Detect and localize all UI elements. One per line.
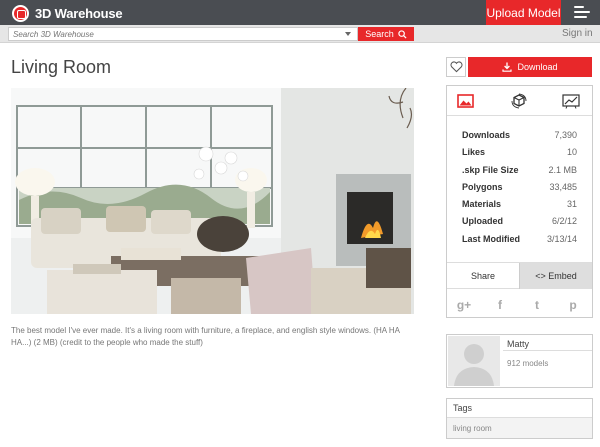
- brand-name: 3D Warehouse: [35, 5, 123, 21]
- stat-value: 2.1 MB: [548, 164, 577, 175]
- heart-icon: [449, 61, 463, 73]
- view-mode-tabs: [447, 86, 592, 116]
- page-title: Living Room: [11, 57, 112, 77]
- tab-image-view[interactable]: [455, 92, 475, 110]
- search-bar: Search Sign in: [0, 25, 600, 43]
- cube-rotate-icon: [511, 93, 527, 109]
- stat-row: Materials 31: [462, 199, 577, 216]
- divider: [503, 350, 592, 351]
- stat-label: Downloads: [462, 130, 511, 140]
- stat-label: .skp File Size: [462, 164, 519, 175]
- search-button-label: Search: [365, 29, 394, 39]
- stat-label: Uploaded: [462, 216, 504, 227]
- search-icon: [398, 29, 407, 39]
- model-preview-image[interactable]: [11, 88, 414, 314]
- stat-label: Polygons: [462, 181, 503, 192]
- stat-label: Materials: [462, 199, 502, 210]
- stat-row: Uploaded 6/2/12: [462, 216, 577, 233]
- google-plus-icon[interactable]: g+: [456, 297, 472, 313]
- top-navigation-bar: 3D Warehouse Upload Model: [0, 0, 600, 25]
- stat-row: .skp File Size 2.1 MB: [462, 165, 577, 182]
- stat-row: Downloads 7,390: [462, 130, 577, 147]
- download-label: Download: [517, 62, 558, 72]
- chart-icon: [562, 93, 580, 109]
- stat-value: 3/13/14: [546, 233, 577, 244]
- download-button[interactable]: Download: [468, 57, 592, 77]
- image-icon: [456, 94, 474, 108]
- tags-panel: Tags living room: [446, 398, 593, 439]
- pinterest-icon[interactable]: p: [565, 297, 581, 313]
- search-button[interactable]: Search: [358, 27, 414, 41]
- stat-value: 31: [566, 199, 577, 210]
- facebook-icon[interactable]: f: [492, 297, 508, 313]
- author-model-count[interactable]: 912 models: [507, 359, 548, 368]
- tab-share[interactable]: Share: [447, 263, 519, 289]
- menu-icon[interactable]: [574, 5, 590, 19]
- tab-stats-view[interactable]: [561, 92, 581, 110]
- brand-logo[interactable]: 3D Warehouse: [12, 4, 123, 22]
- author-name[interactable]: Matty: [507, 339, 529, 349]
- tag-item[interactable]: living room: [453, 424, 492, 433]
- sign-in-link[interactable]: Sign in: [562, 28, 593, 39]
- stat-value: 6/2/12: [551, 216, 577, 227]
- warehouse-logo-icon: [12, 4, 29, 22]
- share-embed-tabs: Share <> Embed: [447, 262, 592, 289]
- living-room-illustration: [11, 88, 414, 314]
- twitter-icon[interactable]: t: [529, 297, 545, 313]
- avatar[interactable]: [448, 336, 500, 386]
- model-description: The best model I've ever made. It's a li…: [11, 326, 400, 347]
- tags-title: Tags: [453, 403, 473, 413]
- search-input[interactable]: [8, 27, 358, 41]
- social-share-icons: g+ f t p: [447, 294, 592, 316]
- tab-3d-view[interactable]: [509, 92, 529, 110]
- stat-row: Last Modified 3/13/14: [462, 234, 577, 251]
- model-details-panel: Downloads 7,390 Likes 10 .skp File Size 2.1…: [446, 85, 593, 318]
- stat-row: Likes 10: [462, 147, 577, 164]
- stat-label: Last Modified: [462, 233, 520, 244]
- stat-label: Likes: [462, 147, 486, 158]
- user-silhouette-icon: [454, 344, 494, 386]
- author-card[interactable]: Matty 912 models: [446, 334, 593, 388]
- upload-model-button[interactable]: Upload Model: [486, 0, 561, 25]
- stat-value: 33,485: [549, 181, 577, 192]
- stat-value: 7,390: [554, 130, 577, 140]
- stat-row: Polygons 33,485: [462, 182, 577, 199]
- download-icon: [502, 62, 513, 72]
- like-button[interactable]: [446, 57, 466, 77]
- tab-embed[interactable]: <> Embed: [519, 263, 592, 289]
- chevron-down-icon[interactable]: [345, 32, 351, 36]
- tags-list: living room: [447, 418, 592, 438]
- stat-value: 10: [566, 147, 577, 158]
- model-stats-list: Downloads 7,390 Likes 10 .skp File Size 2.1…: [462, 130, 577, 251]
